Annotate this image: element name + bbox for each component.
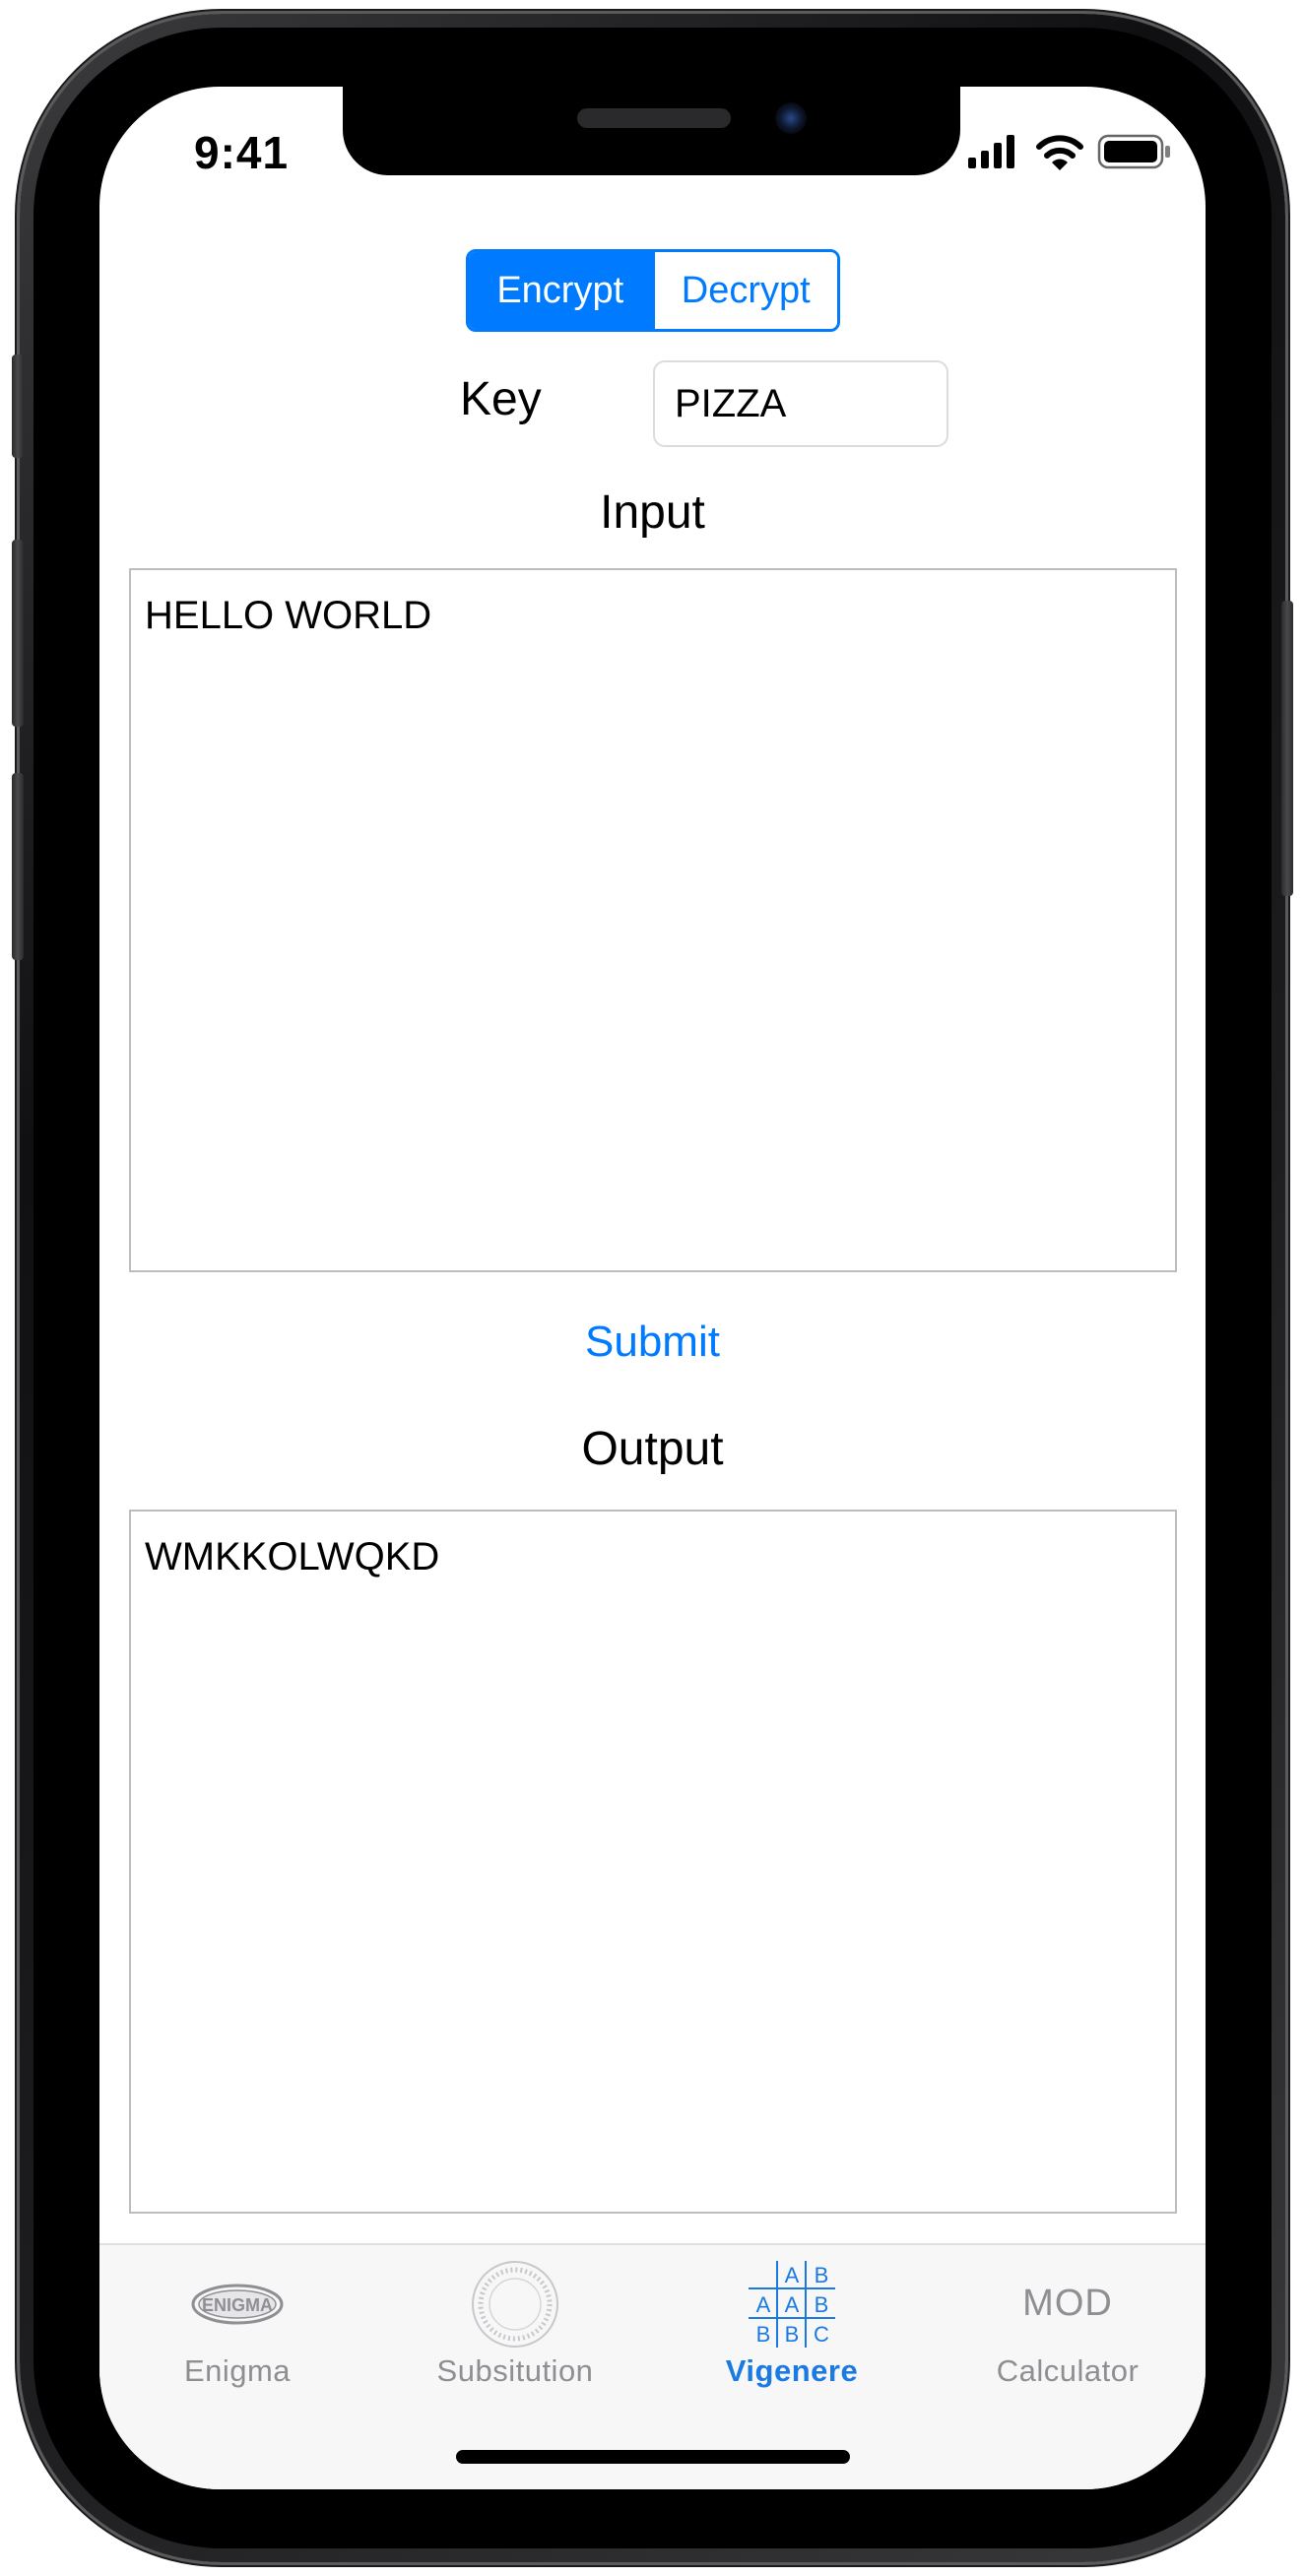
svg-text:B: B (756, 2322, 771, 2347)
tab-label-vigenere: Vigenere (725, 2353, 859, 2388)
front-camera (775, 102, 807, 134)
tab-enigma[interactable]: ENIGMA Enigma (99, 2245, 375, 2393)
tab-vigenere[interactable]: A B A A B B B C Vigenere (654, 2245, 930, 2393)
power-button (1281, 601, 1293, 896)
input-textarea[interactable]: HELLO WORLD (129, 568, 1177, 1272)
battery-icon (1097, 134, 1170, 169)
silent-switch (12, 354, 24, 458)
status-indicators (968, 132, 1170, 171)
earpiece-speaker (577, 108, 731, 128)
tab-label-substitution: Subsitution (436, 2353, 594, 2388)
tab-substitution[interactable]: Subsitution (377, 2245, 653, 2393)
svg-text:C: C (814, 2322, 829, 2347)
mode-segmented-control: Encrypt Decrypt (466, 249, 840, 332)
tab-calculator[interactable]: MOD Calculator (930, 2245, 1206, 2393)
key-label: Key (460, 373, 542, 425)
submit-button[interactable]: Submit (99, 1318, 1206, 1367)
mod-icon-text: MOD (1022, 2283, 1113, 2324)
svg-text:A: A (756, 2292, 771, 2317)
wifi-icon (1036, 135, 1083, 170)
svg-text:B: B (815, 2292, 829, 2317)
svg-text:A: A (785, 2292, 800, 2317)
svg-text:B: B (815, 2263, 829, 2287)
notch (343, 87, 960, 175)
volume-down-button (12, 773, 24, 960)
segment-encrypt[interactable]: Encrypt (469, 252, 652, 329)
cellular-signal-icon (968, 135, 1014, 168)
tab-label-calculator: Calculator (996, 2353, 1140, 2388)
svg-text:ENIGMA: ENIGMA (202, 2295, 273, 2315)
vigenere-table-icon: A B A A B B B C (738, 2257, 846, 2351)
output-title: Output (581, 1423, 724, 1475)
svg-text:A: A (785, 2263, 800, 2287)
cipher-wheel-icon (461, 2257, 569, 2351)
mod-icon: MOD (1013, 2257, 1122, 2351)
phone-screen: 9:41 Encrypt Decrypt Key PIZZA Input HEL… (99, 87, 1206, 2489)
key-input[interactable] (653, 360, 948, 447)
output-textarea[interactable]: WMKKOLWQKD (129, 1510, 1177, 2214)
segment-decrypt[interactable]: Decrypt (651, 252, 837, 329)
tab-label-enigma: Enigma (183, 2353, 292, 2388)
status-time: 9:41 (194, 127, 290, 178)
home-indicator[interactable] (456, 2450, 850, 2464)
volume-up-button (12, 540, 24, 727)
input-title: Input (600, 486, 705, 539)
enigma-logo-icon: ENIGMA (183, 2257, 292, 2351)
svg-text:B: B (785, 2322, 800, 2347)
